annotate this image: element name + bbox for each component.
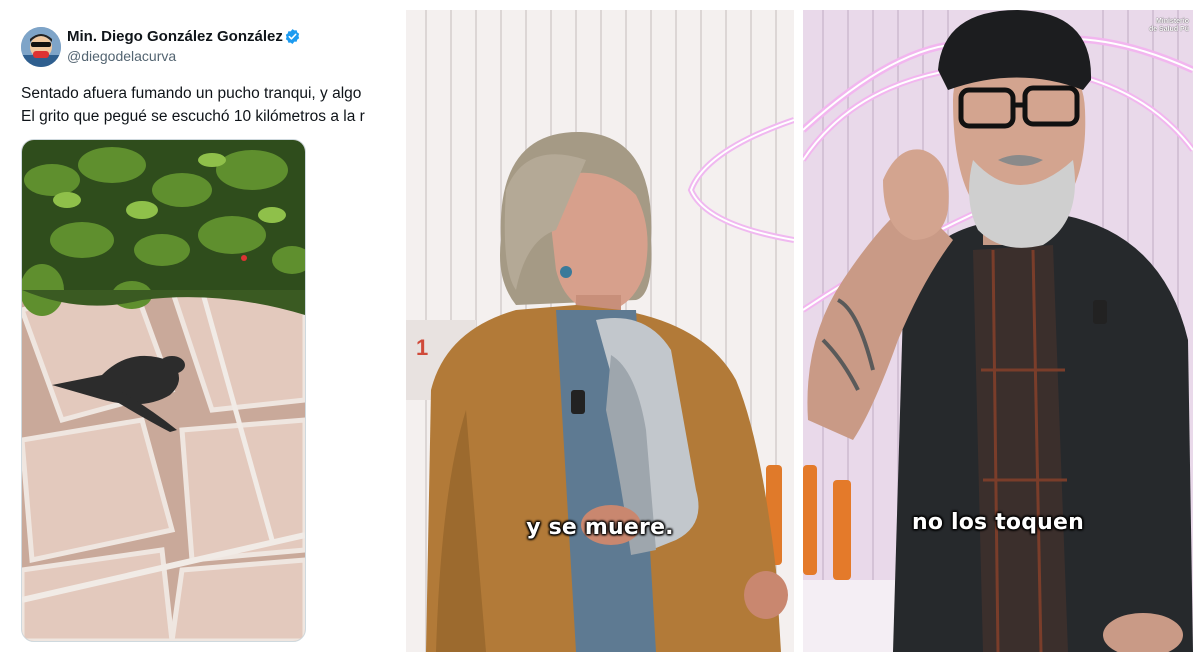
man-speaking-scene: [803, 10, 1193, 652]
tweet-text-line: Sentado afuera fumando un pucho tranqui,…: [21, 85, 362, 102]
ministry-watermark: Ministerio de Salud Pú: [1149, 18, 1189, 34]
woman-speaking-scene: 1: [406, 10, 794, 652]
svg-text:1: 1: [416, 335, 428, 360]
user-avatar[interactable]: [21, 27, 61, 67]
tweet-card: Min. Diego González González @diegodelac…: [0, 0, 400, 662]
tweet-media-photo[interactable]: [21, 139, 306, 642]
user-handle[interactable]: @diegodelacurva: [67, 48, 176, 64]
watermark-line: de Salud Pú: [1148, 26, 1189, 33]
watermark-line: Ministerio: [1155, 18, 1189, 25]
tweet-text-line: El grito que pegué se escuchó 10 kilómet…: [21, 108, 365, 125]
avatar-cartoon-icon: [21, 27, 61, 67]
tweet-text: Sentado afuera fumando un pucho tranqui,…: [21, 82, 400, 128]
video-subtitle: y se muere.: [526, 515, 674, 540]
bat-on-floor-photo: [22, 140, 305, 641]
display-name[interactable]: Min. Diego González González: [67, 28, 283, 45]
video-subtitle: no los toquen: [911, 510, 1085, 535]
video-frame-man[interactable]: Ministerio de Salud Pú no los toquen: [803, 10, 1193, 652]
video-frame-woman[interactable]: 1 y se muere.: [406, 10, 794, 652]
verified-badge-icon: [285, 29, 300, 44]
